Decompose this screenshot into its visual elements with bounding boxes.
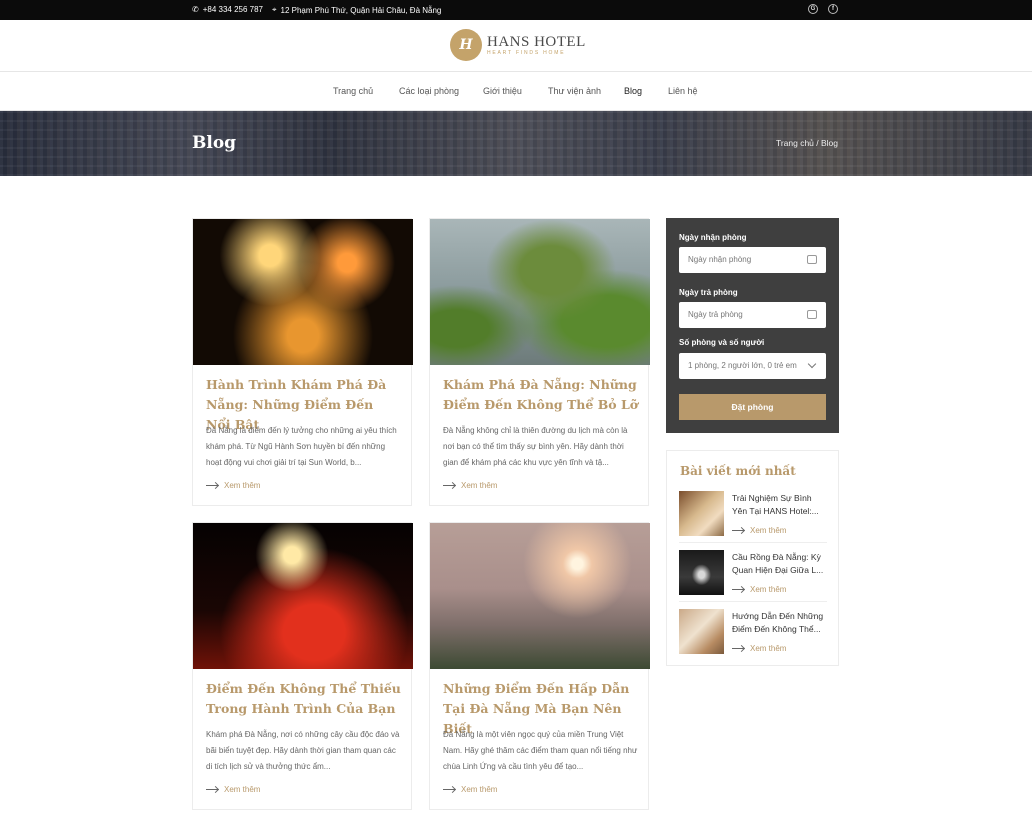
- nav-item-about[interactable]: Giới thiệu: [483, 86, 522, 96]
- calendar-icon: [807, 310, 817, 319]
- arrow-right-icon: [206, 789, 218, 790]
- recent-post-item[interactable]: Cầu Rồng Đà Nẵng: Kỳ Quan Hiện Đại Giữa …: [679, 550, 827, 604]
- recent-post-item[interactable]: Hướng Dẫn Đến Những Điểm Đến Không Thể..…: [679, 609, 827, 663]
- recent-posts-widget: Bài viết mới nhất Trải Nghiệm Sự Bình Yê…: [666, 450, 839, 666]
- post-excerpt: Đà Nẵng là điểm đến lý tưởng cho những a…: [206, 426, 397, 467]
- top-bar: ✆ +84 334 256 787 ⌖ 12 Phạm Phú Thứ, Quậ…: [0, 0, 1032, 20]
- phone-contact[interactable]: ✆ +84 334 256 787: [192, 5, 263, 14]
- divider: [679, 601, 827, 602]
- rooms-guests-label: Số phòng và số người: [679, 338, 765, 347]
- post-thumbnail-red-fireworks[interactable]: [193, 523, 413, 669]
- post-title[interactable]: Khám Phá Đà Nẵng: Những Điểm Đến Không T…: [443, 375, 639, 415]
- post-card[interactable]: Khám Phá Đà Nẵng: Những Điểm Đến Không T…: [429, 218, 650, 506]
- checkout-input[interactable]: Ngày trả phòng: [679, 302, 826, 328]
- arrow-right-icon: [206, 485, 218, 486]
- recent-post-title[interactable]: Trải Nghiệm Sự Bình Yên Tại HANS Hotel:.…: [732, 492, 828, 518]
- google-icon[interactable]: G: [808, 4, 818, 14]
- arrow-right-icon: [443, 789, 455, 790]
- read-more-link[interactable]: Xem thêm: [206, 785, 260, 794]
- nav-item-rooms[interactable]: Các loại phòng: [399, 86, 459, 96]
- post-thumbnail-mossy-rocks[interactable]: [430, 219, 650, 365]
- calendar-icon: [807, 255, 817, 264]
- social-links: G f: [808, 4, 838, 14]
- arrow-right-icon: [732, 648, 744, 649]
- read-more-link[interactable]: Xem thêm: [443, 785, 497, 794]
- address-contact: ⌖ 12 Phạm Phú Thứ, Quận Hải Châu, Đà Nẵn…: [272, 5, 441, 15]
- post-card[interactable]: Điểm Đến Không Thể Thiếu Trong Hành Trìn…: [192, 522, 413, 810]
- site-logo[interactable]: H HANS HOTEL HEART FINDS HOME: [450, 29, 586, 61]
- chevron-down-icon: [807, 359, 817, 369]
- nav-item-home[interactable]: Trang chủ: [333, 86, 373, 96]
- book-now-button[interactable]: Đặt phòng: [679, 394, 826, 420]
- page-banner: Blog Trang chủ / Blog: [0, 111, 1032, 176]
- read-more-link[interactable]: Xem thêm: [732, 526, 786, 535]
- nav-item-gallery[interactable]: Thư viện ảnh: [548, 86, 601, 96]
- location-pin-icon: ⌖: [272, 5, 277, 14]
- arrow-right-icon: [443, 485, 455, 486]
- page-title: Blog: [192, 133, 237, 153]
- recent-post-thumbnail[interactable]: [679, 609, 724, 654]
- arrow-right-icon: [732, 530, 744, 531]
- site-header: H HANS HOTEL HEART FINDS HOME: [0, 20, 1032, 72]
- recent-post-title[interactable]: Cầu Rồng Đà Nẵng: Kỳ Quan Hiện Đại Giữa …: [732, 551, 828, 577]
- post-excerpt: Đà Nẵng không chỉ là thiên đường du lịch…: [443, 426, 628, 467]
- read-more-link[interactable]: Xem thêm: [443, 481, 497, 490]
- logo-monogram: H: [450, 29, 482, 61]
- recent-posts-heading: Bài viết mới nhất: [680, 464, 796, 478]
- main-nav: Trang chủ Các loại phòng Giới thiệu Thư …: [0, 72, 1032, 111]
- post-title[interactable]: Điểm Đến Không Thể Thiếu Trong Hành Trìn…: [206, 679, 402, 719]
- read-more-link[interactable]: Xem thêm: [732, 585, 786, 594]
- read-more-link[interactable]: Xem thêm: [206, 481, 260, 490]
- address-text: 12 Phạm Phú Thứ, Quận Hải Châu, Đà Nẵng: [280, 5, 442, 15]
- nav-item-blog[interactable]: Blog: [624, 86, 642, 96]
- phone-icon: ✆: [192, 5, 199, 14]
- rooms-guests-select[interactable]: 1 phòng, 2 người lớn, 0 trẻ em: [679, 353, 826, 379]
- breadcrumb[interactable]: Trang chủ / Blog: [776, 138, 838, 148]
- recent-post-item[interactable]: Trải Nghiệm Sự Bình Yên Tại HANS Hotel:.…: [679, 491, 827, 545]
- checkin-label: Ngày nhận phòng: [679, 233, 747, 242]
- recent-post-title[interactable]: Hướng Dẫn Đến Những Điểm Đến Không Thể..…: [732, 610, 828, 636]
- post-card[interactable]: Những Điểm Đến Hấp Dẫn Tại Đà Nẵng Mà Bạ…: [429, 522, 650, 810]
- post-thumbnail-sunset[interactable]: [430, 523, 650, 669]
- recent-post-thumbnail[interactable]: [679, 550, 724, 595]
- phone-number: +84 334 256 787: [202, 5, 263, 14]
- logo-name: HANS HOTEL: [487, 34, 586, 50]
- checkin-input[interactable]: Ngày nhận phòng: [679, 247, 826, 273]
- post-excerpt: Đà Nẵng là một viên ngọc quý của miền Tr…: [443, 730, 638, 771]
- nav-item-contact[interactable]: Liên hệ: [668, 86, 698, 96]
- logo-tagline: HEART FINDS HOME: [487, 50, 566, 56]
- booking-widget: Ngày nhận phòng Ngày nhận phòng Ngày trả…: [666, 218, 839, 433]
- read-more-link[interactable]: Xem thêm: [732, 644, 786, 653]
- post-card[interactable]: Hành Trình Khám Phá Đà Nẵng: Những Điểm …: [192, 218, 413, 506]
- arrow-right-icon: [732, 589, 744, 590]
- post-excerpt: Khám phá Đà Nẵng, nơi có những cây cầu đ…: [206, 730, 400, 771]
- checkout-label: Ngày trả phòng: [679, 288, 738, 297]
- divider: [679, 542, 827, 543]
- facebook-icon[interactable]: f: [828, 4, 838, 14]
- post-thumbnail-fireworks[interactable]: [193, 219, 413, 365]
- recent-post-thumbnail[interactable]: [679, 491, 724, 536]
